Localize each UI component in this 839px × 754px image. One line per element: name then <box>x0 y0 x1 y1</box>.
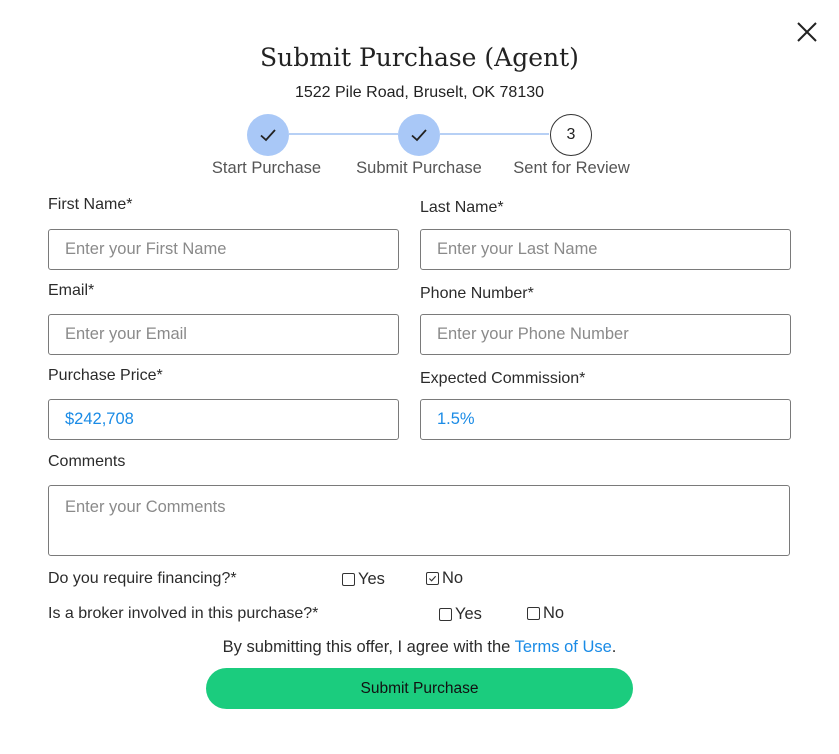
purchase-price-label: Purchase Price* <box>48 367 163 384</box>
broker-yes-checkbox[interactable] <box>439 608 452 621</box>
terms-text: By submitting this offer, I agree with t… <box>0 638 839 657</box>
step-connector <box>289 133 398 135</box>
commission-field <box>420 399 791 440</box>
last-name-input[interactable] <box>437 240 774 259</box>
commission-input[interactable] <box>437 410 774 429</box>
comments-label: Comments <box>48 453 126 470</box>
commission-label: Expected Commission* <box>420 370 586 387</box>
terms-prefix: By submitting this offer, I agree with t… <box>222 638 515 656</box>
email-label: Email* <box>48 282 95 299</box>
phone-input[interactable] <box>437 325 774 344</box>
comments-field <box>48 485 790 556</box>
financing-yes-label: Yes <box>358 570 385 588</box>
step-3-label: Sent for Review <box>513 159 630 177</box>
phone-field <box>420 314 791 355</box>
financing-yes-option[interactable]: Yes <box>342 570 385 589</box>
first-name-input[interactable] <box>65 240 382 259</box>
last-name-field <box>420 229 791 270</box>
first-name-label: First Name* <box>48 196 133 213</box>
broker-no-option[interactable]: No <box>527 604 564 623</box>
financing-no-option[interactable]: No <box>426 569 463 588</box>
check-icon <box>428 575 437 582</box>
broker-no-label: No <box>543 604 565 622</box>
broker-no-checkbox[interactable] <box>527 607 540 620</box>
purchase-price-input[interactable] <box>65 410 382 429</box>
step-2-label: Submit Purchase <box>356 159 482 177</box>
first-name-field <box>48 229 399 270</box>
broker-yes-option[interactable]: Yes <box>439 605 482 624</box>
last-name-label: Last Name* <box>420 199 504 216</box>
purchase-price-field <box>48 399 399 440</box>
financing-yes-checkbox[interactable] <box>342 573 355 586</box>
property-address: 1522 Pile Road, Bruselt, OK 78130 <box>294 84 545 101</box>
modal-title: Submit Purchase (Agent) <box>260 43 579 72</box>
email-field <box>48 314 399 355</box>
financing-no-checkbox[interactable] <box>426 572 439 585</box>
close-icon[interactable] <box>795 20 819 44</box>
comments-textarea[interactable] <box>65 498 773 543</box>
financing-no-label: No <box>442 569 464 587</box>
step-connector <box>440 133 549 135</box>
broker-yes-label: Yes <box>455 605 482 623</box>
step-1-check-icon <box>247 114 289 156</box>
financing-question: Do you require financing?* <box>48 570 237 587</box>
step-1-label: Start Purchase <box>211 159 322 177</box>
submit-purchase-button[interactable]: Submit Purchase <box>206 668 633 709</box>
email-input[interactable] <box>65 325 382 344</box>
terms-suffix: . <box>611 638 617 656</box>
step-2-check-icon <box>398 114 440 156</box>
step-3-number: 3 <box>550 114 592 156</box>
broker-question: Is a broker involved in this purchase?* <box>48 605 319 622</box>
phone-label: Phone Number* <box>420 285 534 302</box>
terms-of-use-link[interactable]: Terms of Use <box>515 638 612 656</box>
